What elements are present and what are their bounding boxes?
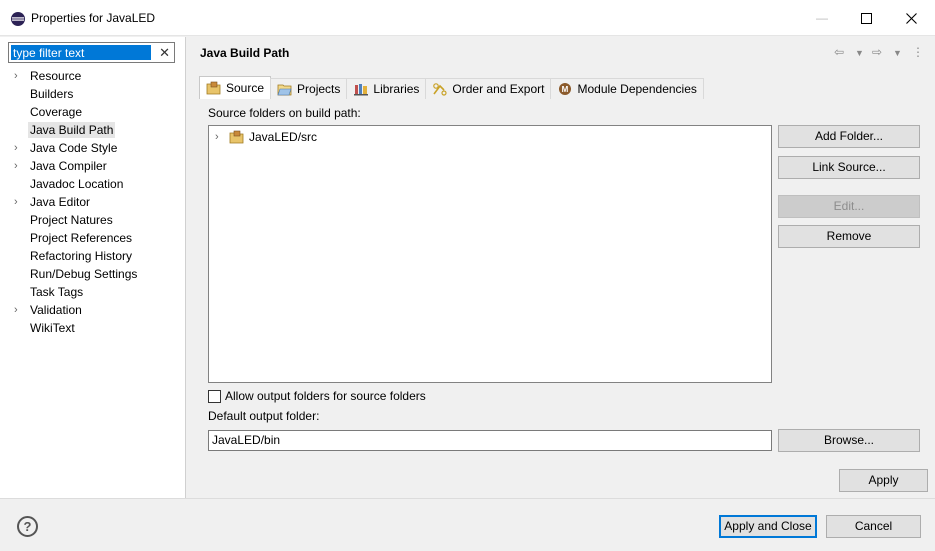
view-menu-icon[interactable]: ⋮ xyxy=(912,45,924,59)
tree-item-javadoc-location[interactable]: Javadoc Location xyxy=(0,175,186,193)
tree-item-builders[interactable]: Builders xyxy=(0,85,186,103)
maximize-button[interactable] xyxy=(843,0,889,36)
tree-item-label: Refactoring History xyxy=(30,249,133,263)
tab-source-label: Source xyxy=(226,80,265,95)
tree-item-label: Project Natures xyxy=(30,213,113,227)
default-output-folder-input[interactable]: JavaLED/bin xyxy=(208,430,772,451)
chevron-right-icon[interactable]: › xyxy=(14,301,24,319)
tree-item-label: Builders xyxy=(30,87,74,101)
window-title: Properties for JavaLED xyxy=(31,11,156,25)
back-dropdown-icon[interactable]: ▼ xyxy=(855,48,864,58)
tab-order-and-export-label: Order and Export xyxy=(452,81,545,96)
tree-item-java-build-path[interactable]: Java Build Path xyxy=(0,121,186,139)
tab-bar: Source Projects Libraries Order and Expo… xyxy=(199,76,704,99)
forward-dropdown-icon[interactable]: ▼ xyxy=(893,48,902,58)
tab-order-and-export[interactable]: Order and Export xyxy=(425,78,552,99)
tree-item-run-debug-settings[interactable]: Run/Debug Settings xyxy=(0,265,186,283)
eclipse-icon xyxy=(11,12,25,26)
tree-item-java-compiler[interactable]: › Java Compiler xyxy=(0,157,186,175)
tree-item-project-references[interactable]: Project References xyxy=(0,229,186,247)
default-output-folder-label: Default output folder: xyxy=(208,409,320,423)
tree-item-label: Run/Debug Settings xyxy=(30,267,138,281)
tree-item-wikitext[interactable]: WikiText xyxy=(0,319,186,337)
module-icon: M xyxy=(557,82,573,96)
back-arrow-icon[interactable]: ⇦ xyxy=(834,45,844,59)
close-icon xyxy=(905,12,917,24)
chevron-right-icon[interactable]: › xyxy=(14,139,24,157)
tree-item-label: Javadoc Location xyxy=(30,177,124,191)
svg-text:M: M xyxy=(562,85,569,94)
clear-filter-icon[interactable]: ✕ xyxy=(159,45,170,61)
tree-item-label: Coverage xyxy=(30,105,83,119)
dialog-footer: ? Apply and Close Cancel xyxy=(0,498,935,551)
source-folders-label: Source folders on build path: xyxy=(208,106,361,120)
left-pane: ✕ › Resource Builders Coverage Java Build Pa… xyxy=(0,37,186,498)
add-folder-button[interactable]: Add Folder... xyxy=(778,125,920,148)
source-folder-icon xyxy=(229,130,244,144)
browse-button[interactable]: Browse... xyxy=(778,429,920,452)
tab-source[interactable]: Source xyxy=(199,76,272,99)
chevron-right-icon[interactable]: › xyxy=(215,129,225,145)
chevron-right-icon[interactable]: › xyxy=(14,157,24,175)
source-folder-name: JavaLED/src xyxy=(249,130,318,144)
source-folder-icon xyxy=(206,81,222,95)
page-header: Java Build Path ⇦ ▼ ⇨ ▼ ⋮ xyxy=(187,37,935,69)
right-pane: Java Build Path ⇦ ▼ ⇨ ▼ ⋮ Source Project… xyxy=(187,37,935,498)
tree-item-label: Java Editor xyxy=(30,195,91,209)
apply-button[interactable]: Apply xyxy=(839,469,928,492)
edit-button[interactable]: Edit... xyxy=(778,195,920,218)
libraries-icon xyxy=(353,82,369,96)
cancel-button[interactable]: Cancel xyxy=(826,515,921,538)
tree-item-label: WikiText xyxy=(30,321,75,335)
tree-item-coverage[interactable]: Coverage xyxy=(0,103,186,121)
tree-item-refactoring-history[interactable]: Refactoring History xyxy=(0,247,186,265)
close-button[interactable] xyxy=(888,0,934,36)
allow-output-folders-label: Allow output folders for source folders xyxy=(225,389,426,403)
tab-module-dependencies-label: Module Dependencies xyxy=(577,81,697,96)
tab-libraries-label: Libraries xyxy=(373,81,420,96)
tab-projects[interactable]: Projects xyxy=(270,78,348,99)
tree-item-task-tags[interactable]: Task Tags xyxy=(0,283,186,301)
title-bar: Properties for JavaLED — xyxy=(0,0,935,36)
allow-output-folders-option[interactable]: Allow output folders for source folders xyxy=(208,388,426,404)
order-export-icon xyxy=(432,82,448,96)
tab-projects-label: Projects xyxy=(297,81,341,96)
remove-button[interactable]: Remove xyxy=(778,225,920,248)
tree-item-label: Validation xyxy=(30,303,82,317)
tree-item-java-editor[interactable]: › Java Editor xyxy=(0,193,186,211)
link-source-button[interactable]: Link Source... xyxy=(778,156,920,179)
tab-module-dependencies[interactable]: M Module Dependencies xyxy=(550,78,704,99)
help-icon[interactable]: ? xyxy=(17,516,38,537)
minimize-button[interactable]: — xyxy=(799,0,845,36)
tree-item-label: Java Build Path xyxy=(28,122,116,138)
tree-item-resource[interactable]: › Resource xyxy=(0,67,186,85)
filter-box[interactable]: ✕ xyxy=(8,42,175,63)
tree-item-project-natures[interactable]: Project Natures xyxy=(0,211,186,229)
source-folders-list[interactable]: › JavaLED/src xyxy=(208,125,772,383)
tree-item-label: Project References xyxy=(30,231,133,245)
filter-input[interactable] xyxy=(11,45,151,60)
allow-output-folders-checkbox[interactable] xyxy=(208,389,221,403)
chevron-right-icon[interactable]: › xyxy=(14,193,24,211)
maximize-icon xyxy=(860,12,872,24)
tree-item-validation[interactable]: › Validation xyxy=(0,301,186,319)
source-tab-panel: Source folders on build path: › JavaLED/… xyxy=(199,99,921,465)
tree-item-label: Java Code Style xyxy=(30,141,118,155)
tree-item-label: Task Tags xyxy=(30,285,84,299)
tab-libraries[interactable]: Libraries xyxy=(346,78,427,99)
tree-item-label: Java Compiler xyxy=(30,159,107,173)
chevron-right-icon[interactable]: › xyxy=(14,67,24,85)
projects-folder-icon xyxy=(277,82,293,96)
page-title: Java Build Path xyxy=(200,46,290,60)
apply-and-close-button[interactable]: Apply and Close xyxy=(719,515,817,538)
properties-tree: › Resource Builders Coverage Java Build Path… xyxy=(0,67,186,337)
forward-arrow-icon[interactable]: ⇨ xyxy=(872,45,882,59)
list-item[interactable]: › JavaLED/src xyxy=(215,129,317,145)
tree-item-label: Resource xyxy=(30,69,82,83)
tree-item-java-code-style[interactable]: › Java Code Style xyxy=(0,139,186,157)
